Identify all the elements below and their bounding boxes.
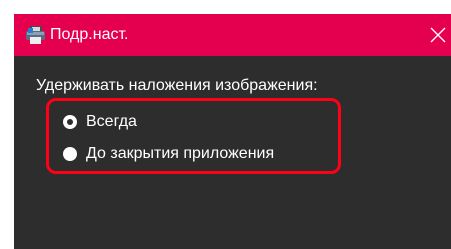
title-bar: Подр.наст. (14, 14, 451, 56)
printer-app-icon (26, 26, 45, 44)
window-title: Подр.наст. (50, 26, 129, 43)
close-icon (430, 27, 446, 43)
radio-option-always[interactable]: Всегда (63, 112, 137, 132)
radio-button-selected[interactable] (63, 115, 77, 129)
radio-button-unselected[interactable] (63, 147, 77, 161)
settings-dialog: Подр.наст. Удерживать наложения изображе… (14, 14, 451, 249)
radio-label-until-app-close: До закрытия приложения (86, 145, 275, 162)
radio-label-always: Всегда (86, 113, 137, 130)
overlay-setting-label: Удерживать наложения изображения: (36, 77, 318, 94)
close-button[interactable] (425, 14, 451, 56)
radio-option-until-app-close[interactable]: До закрытия приложения (63, 144, 274, 164)
